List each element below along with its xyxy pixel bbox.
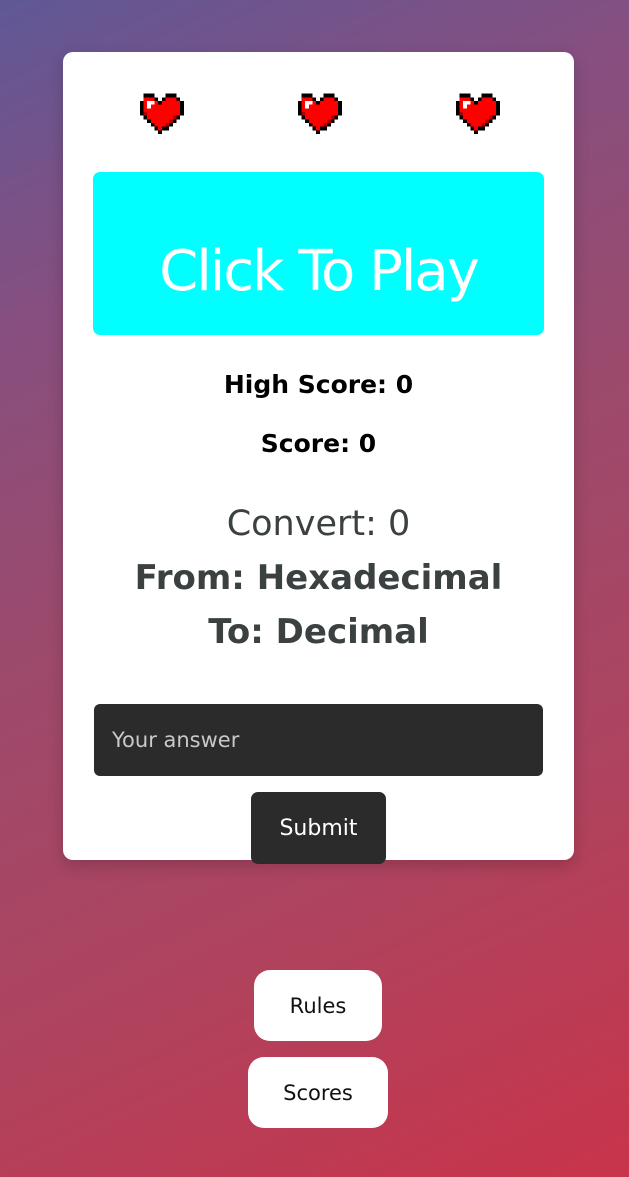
heart-icon [135, 90, 185, 134]
rules-button-label: Rules [289, 993, 347, 1018]
submit-button[interactable]: Submit [251, 792, 386, 864]
scores-button[interactable]: Scores [248, 1057, 388, 1128]
heart-icon [451, 90, 501, 134]
convert-value-label: Convert: 0 [226, 504, 411, 544]
game-card: Click To Play High Score: 0 Score: 0 Con… [63, 52, 574, 864]
rules-button[interactable]: Rules [254, 970, 382, 1041]
submit-button-label: Submit [279, 815, 358, 841]
answer-input[interactable] [94, 704, 543, 776]
score-label: Score: 0 [260, 429, 377, 458]
play-button-label: Click To Play [159, 239, 480, 304]
heart-icon [293, 90, 343, 134]
from-base-label: From: Hexadecimal [134, 558, 503, 598]
to-base-label: To: Decimal [208, 612, 429, 652]
high-score-label: High Score: 0 [223, 370, 414, 399]
scores-button-label: Scores [283, 1080, 353, 1105]
play-button[interactable]: Click To Play [93, 172, 544, 335]
